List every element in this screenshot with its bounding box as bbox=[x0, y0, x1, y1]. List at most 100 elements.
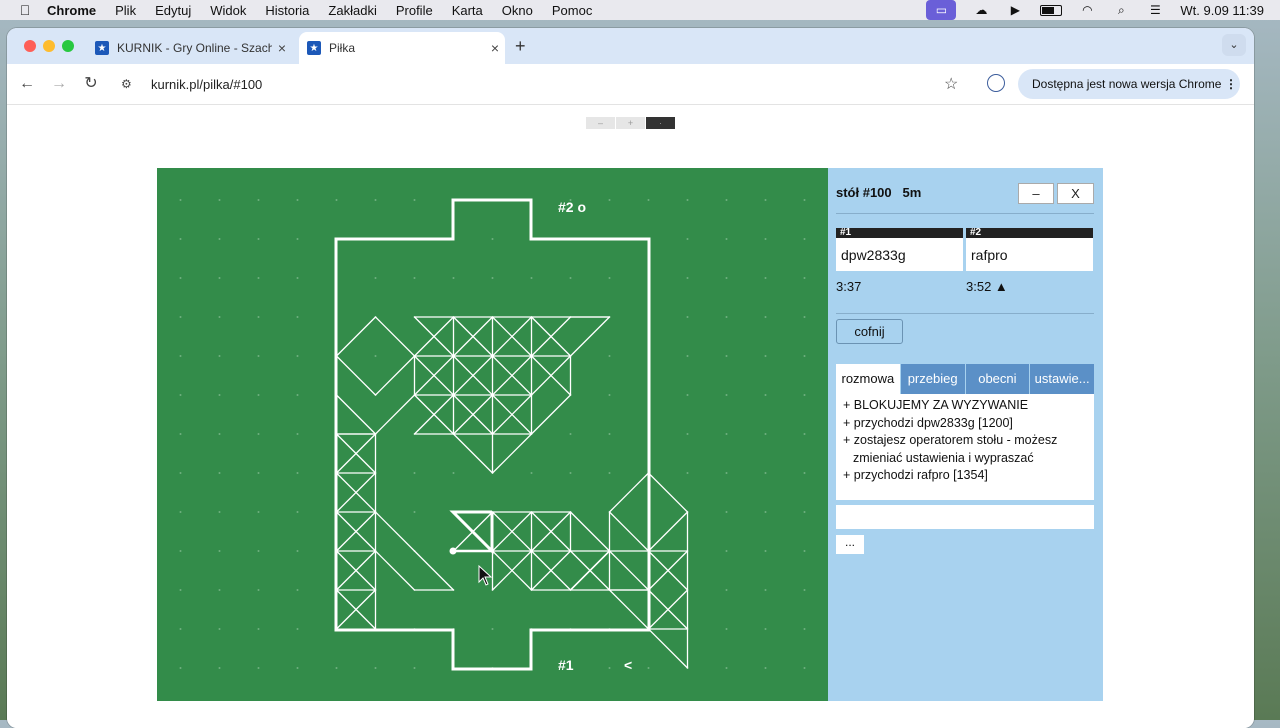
wifi-icon[interactable]: ◠ bbox=[1078, 3, 1096, 17]
bookmark-star-icon[interactable]: ☆ bbox=[944, 74, 964, 94]
minimize-table-button[interactable]: – bbox=[1018, 183, 1054, 204]
pitch-svg[interactable] bbox=[157, 168, 828, 701]
menu-item-bookmarks[interactable]: Zakładki bbox=[328, 3, 376, 18]
grid-dot bbox=[179, 433, 182, 435]
url-text[interactable]: kurnik.pl/pilka/#100 bbox=[151, 77, 944, 92]
apple-icon[interactable]:  bbox=[17, 2, 33, 18]
chat-line: + przychodzi dpw2833g [1200] bbox=[843, 415, 1013, 430]
reload-icon[interactable]: ↻ bbox=[81, 74, 101, 94]
game-board[interactable]: #2 o #1 < bbox=[157, 168, 828, 701]
tab-settings[interactable]: ustawie... bbox=[1030, 364, 1094, 394]
grid-dot bbox=[374, 355, 377, 357]
close-tab-icon[interactable]: × bbox=[272, 40, 292, 56]
player-name[interactable]: dpw2833g bbox=[836, 238, 963, 263]
grid-dot bbox=[257, 316, 260, 318]
grid-dot bbox=[179, 628, 182, 630]
tab-present[interactable]: obecni bbox=[965, 364, 1030, 394]
grid-dot bbox=[296, 433, 299, 435]
more-vert-icon[interactable]: ⋮ bbox=[1222, 77, 1240, 91]
close-tab-icon[interactable]: × bbox=[485, 40, 505, 56]
grid-dot bbox=[686, 472, 689, 474]
grid-dot bbox=[413, 277, 416, 279]
more-options-button[interactable]: ... bbox=[836, 535, 864, 554]
menu-app-name[interactable]: Chrome bbox=[47, 3, 96, 18]
menu-item-view[interactable]: Widok bbox=[210, 3, 246, 18]
zoom-in-button[interactable]: + bbox=[616, 117, 645, 129]
clock[interactable]: Wt. 9.09 11:39 bbox=[1180, 3, 1264, 18]
table-number: stół #100 bbox=[836, 185, 892, 200]
battery-icon[interactable] bbox=[1040, 4, 1063, 16]
play-icon[interactable]: ▶ bbox=[1006, 3, 1024, 17]
cloud-icon[interactable]: ☁ bbox=[972, 3, 990, 17]
undo-button[interactable]: cofnij bbox=[836, 319, 903, 344]
menu-item-edit[interactable]: Edytuj bbox=[155, 3, 191, 18]
grid-dot bbox=[803, 433, 806, 435]
grid-dot bbox=[725, 511, 728, 513]
grid-dot bbox=[725, 550, 728, 552]
tab-history[interactable]: przebieg bbox=[900, 364, 965, 394]
browser-toolbar: ← → ↻ ⚙ kurnik.pl/pilka/#100 ☆ Dostępna … bbox=[7, 64, 1254, 105]
menu-item-tab[interactable]: Karta bbox=[452, 3, 483, 18]
grid-dot bbox=[764, 667, 767, 669]
menu-item-help[interactable]: Pomoc bbox=[552, 3, 592, 18]
new-tab-icon[interactable]: + bbox=[515, 36, 526, 57]
grid-dot bbox=[218, 277, 221, 279]
grid-dot bbox=[725, 238, 728, 240]
grid-dot bbox=[569, 433, 572, 435]
site-info-icon[interactable]: ⚙ bbox=[121, 77, 137, 91]
grid-dot bbox=[764, 433, 767, 435]
chevron-down-icon[interactable]: ⌄ bbox=[1222, 34, 1246, 56]
profile-icon[interactable] bbox=[987, 74, 1005, 92]
control-center-icon[interactable]: ☰ bbox=[1146, 3, 1164, 17]
grid-dot bbox=[803, 277, 806, 279]
zoom-window-button[interactable] bbox=[62, 40, 74, 52]
search-icon[interactable]: ⌕ bbox=[1112, 3, 1130, 17]
tab-kurnik[interactable]: ★ KURNIK - Gry Online - Szach × bbox=[87, 32, 292, 64]
grid-dot bbox=[725, 277, 728, 279]
grid-dot bbox=[686, 355, 689, 357]
grid-dot bbox=[179, 667, 182, 669]
address-bar[interactable]: ⚙ kurnik.pl/pilka/#100 ☆ bbox=[113, 68, 976, 100]
mouse-cursor-icon bbox=[478, 564, 493, 586]
menu-item-profiles[interactable]: Profile bbox=[396, 3, 433, 18]
screen-share-icon[interactable]: ▭ bbox=[926, 0, 957, 20]
move-segment bbox=[374, 511, 416, 552]
chat-tabs: rozmowa przebieg obecni ustawie... bbox=[836, 364, 1094, 394]
grid-dot bbox=[296, 238, 299, 240]
grid-dot bbox=[179, 316, 182, 318]
forward-arrow-icon[interactable]: → bbox=[49, 74, 69, 94]
grid-dot bbox=[413, 199, 416, 201]
tab-pilka[interactable]: ★ Piłka × bbox=[299, 32, 505, 64]
grid-dot bbox=[179, 472, 182, 474]
back-arrow-icon[interactable]: ← bbox=[17, 74, 37, 94]
chat-log[interactable]: + BLOKUJEMY ZA WYZYWANIE + przychodzi dp… bbox=[836, 394, 1094, 500]
tab-chat[interactable]: rozmowa bbox=[836, 364, 900, 394]
minimize-window-button[interactable] bbox=[43, 40, 55, 52]
grid-dot bbox=[530, 472, 533, 474]
grid-dot bbox=[608, 199, 611, 201]
player-slot-2[interactable]: #2 rafpro bbox=[966, 228, 1093, 271]
grid-dot bbox=[686, 433, 689, 435]
grid-dot bbox=[647, 667, 650, 669]
menu-item-history[interactable]: Historia bbox=[265, 3, 309, 18]
zoom-selected-button[interactable]: · bbox=[646, 117, 675, 129]
move-segment bbox=[452, 433, 494, 474]
grid-dot bbox=[803, 589, 806, 591]
grid-dot bbox=[218, 667, 221, 669]
player-name[interactable]: rafpro bbox=[966, 238, 1093, 263]
chrome-update-button[interactable]: Dostępna jest nowa wersja Chrome ⋮ bbox=[1018, 69, 1240, 99]
grid-dot bbox=[686, 316, 689, 318]
grid-dot bbox=[296, 589, 299, 591]
close-window-button[interactable] bbox=[24, 40, 36, 52]
zoom-out-button[interactable]: – bbox=[586, 117, 615, 129]
grid-dot bbox=[335, 199, 338, 201]
grid-dot bbox=[179, 199, 182, 201]
player-slot-1[interactable]: #1 dpw2833g bbox=[836, 228, 963, 271]
grid-dot bbox=[218, 628, 221, 630]
menu-item-window[interactable]: Okno bbox=[502, 3, 533, 18]
tab-label: Piłka bbox=[329, 41, 356, 55]
chat-input[interactable] bbox=[836, 505, 1094, 529]
leave-table-button[interactable]: X bbox=[1057, 183, 1094, 204]
menu-item-file[interactable]: Plik bbox=[115, 3, 136, 18]
grid-dot bbox=[413, 667, 416, 669]
